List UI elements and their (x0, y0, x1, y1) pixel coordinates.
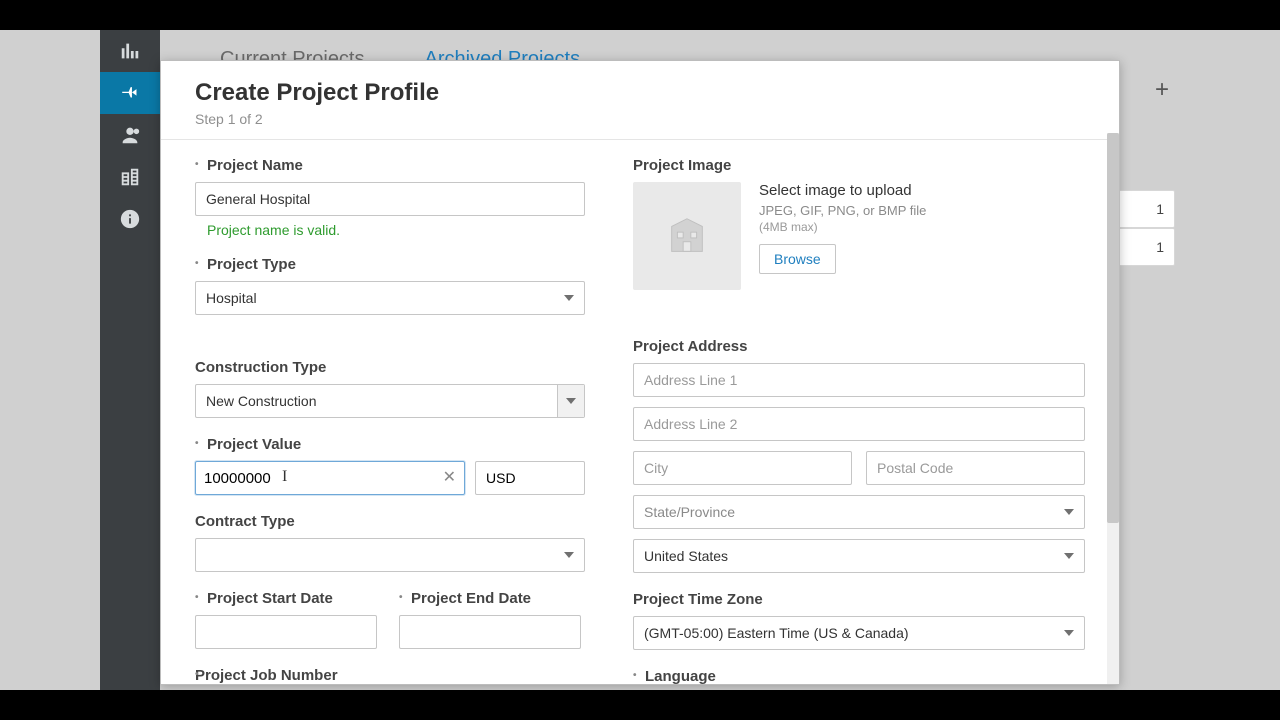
city-input[interactable] (633, 451, 852, 485)
end-date-input[interactable] (399, 615, 581, 649)
sidebar (100, 30, 160, 690)
address-line-1-input[interactable] (633, 363, 1085, 397)
address-line-2-input[interactable] (633, 407, 1085, 441)
country-value: United States (644, 548, 728, 564)
sidebar-item-info[interactable] (100, 198, 160, 240)
building-icon (119, 166, 141, 188)
label-timezone: Project Time Zone (633, 591, 1085, 608)
label-language: Language (633, 668, 1085, 684)
timezone-value: (GMT-05:00) Eastern Time (US & Canada) (644, 625, 909, 641)
label-start-date: Project Start Date (195, 590, 381, 607)
modal-step: Step 1 of 2 (195, 111, 1085, 127)
info-icon (119, 208, 141, 230)
state-value: State/Province (644, 504, 735, 520)
state-select[interactable]: State/Province (633, 495, 1085, 529)
chevron-down-icon (566, 398, 576, 404)
sidebar-item-people[interactable] (100, 114, 160, 156)
building-placeholder-icon (664, 213, 710, 259)
app-stage: Current Projects Archived Projects + 1 1… (0, 30, 1280, 690)
add-project-icon[interactable]: + (1155, 80, 1175, 100)
modal-title: Create Project Profile (195, 79, 1085, 107)
label-project-image: Project Image (633, 157, 1085, 174)
label-end-date: Project End Date (399, 590, 585, 607)
modal-body: Project Name Project name is valid. Proj… (161, 133, 1119, 684)
sidebar-item-analytics[interactable] (100, 30, 160, 72)
image-placeholder[interactable] (633, 182, 741, 290)
modal-header: Create Project Profile Step 1 of 2 (161, 61, 1119, 140)
sidebar-item-projects[interactable] (100, 72, 160, 114)
label-job-number: Project Job Number (195, 667, 585, 684)
label-project-address: Project Address (633, 338, 1085, 355)
postal-code-input[interactable] (866, 451, 1085, 485)
timezone-select[interactable]: (GMT-05:00) Eastern Time (US & Canada) (633, 616, 1085, 650)
label-contract-type: Contract Type (195, 513, 585, 530)
pin-icon (119, 82, 141, 104)
currency-select[interactable]: USD (475, 461, 585, 495)
label-construction-type: Construction Type (195, 359, 585, 376)
construction-type-value: New Construction (206, 393, 317, 409)
country-select[interactable]: United States (633, 539, 1085, 573)
chevron-down-icon (1064, 630, 1074, 636)
contract-type-select[interactable] (195, 538, 585, 572)
chevron-down-icon (564, 552, 574, 558)
letterbox-bottom (0, 690, 1280, 720)
construction-type-select[interactable]: New Construction (195, 384, 585, 418)
start-date-input[interactable] (195, 615, 377, 649)
chevron-down-icon (1064, 553, 1074, 559)
project-type-value: Hospital (206, 290, 257, 306)
project-name-valid-msg: Project name is valid. (195, 222, 585, 238)
chevron-down-icon (1064, 509, 1074, 515)
create-project-modal: Create Project Profile Step 1 of 2 Proje… (160, 60, 1120, 685)
people-icon (119, 124, 141, 146)
label-project-type: Project Type (195, 256, 585, 273)
project-value-input[interactable]: I ✕ (195, 461, 465, 495)
clear-value-icon[interactable]: ✕ (443, 470, 456, 486)
currency-value: USD (486, 470, 516, 486)
image-upload-title: Select image to upload (759, 182, 926, 199)
chevron-down-icon (564, 295, 574, 301)
image-upload-size: (4MB max) (759, 220, 926, 234)
bar-chart-icon (119, 40, 141, 62)
project-type-select[interactable]: Hospital (195, 281, 585, 315)
project-name-input[interactable] (195, 182, 585, 216)
image-upload-formats: JPEG, GIF, PNG, or BMP file (759, 203, 926, 218)
sidebar-item-buildings[interactable] (100, 156, 160, 198)
browse-button[interactable]: Browse (759, 244, 836, 274)
label-project-value: Project Value (195, 436, 585, 453)
letterbox-top (0, 0, 1280, 30)
label-project-name: Project Name (195, 157, 585, 174)
